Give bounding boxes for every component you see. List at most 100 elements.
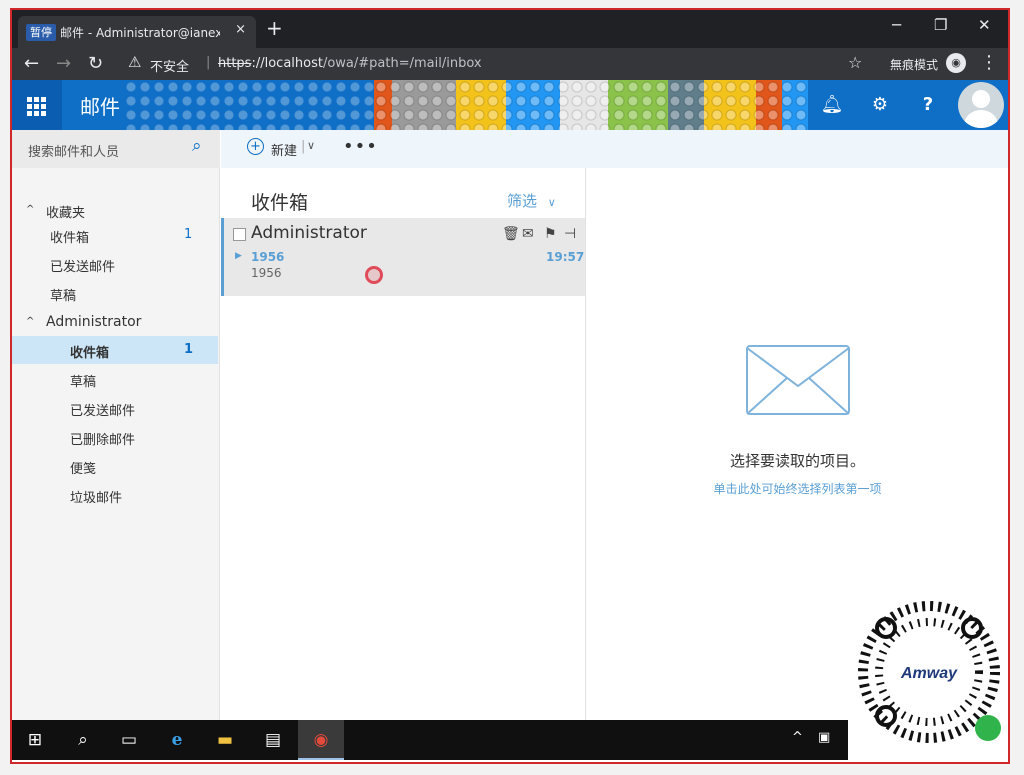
folder-pane: 搜索邮件和人员 ⌕ ^ 收藏夹 收件箱 1 已发送邮件 草稿 ^ Adminis… <box>12 130 220 730</box>
avatar-body <box>964 110 998 128</box>
folder-item-deleted[interactable]: 已删除邮件 <box>12 423 218 451</box>
new-divider: | <box>301 139 306 154</box>
unread-count: 1 <box>184 227 193 242</box>
message-preview: 1956 <box>251 266 282 280</box>
folder-item-label: 草稿 <box>70 375 97 390</box>
windows-start-icon[interactable]: ⊞ <box>12 720 58 760</box>
message-checkbox[interactable] <box>233 228 246 241</box>
owa-header: 邮件 🔔︎ ⚙ ? <box>12 80 1008 130</box>
folder-item-inbox[interactable]: 收件箱 1 <box>12 336 218 364</box>
task-view-icon[interactable]: ▭ <box>106 720 152 760</box>
file-explorer-icon[interactable]: ▬ <box>202 720 248 760</box>
search-input[interactable]: 搜索邮件和人员 <box>28 141 119 160</box>
chevron-up-icon: ^ <box>26 204 35 215</box>
fav-item-drafts[interactable]: 草稿 <box>12 279 218 307</box>
maximize-button[interactable]: ❐ <box>934 16 947 34</box>
fav-item-sent[interactable]: 已发送邮件 <box>12 250 218 278</box>
header-theme-pattern <box>124 80 374 130</box>
omnibox[interactable]: ⚠ 不安全 | https://localhost/owa/#path=/mai… <box>122 51 892 77</box>
new-button[interactable]: 新建 <box>271 140 297 159</box>
avatar[interactable] <box>958 82 1004 128</box>
screen-frame: 暂停 邮件 - Administrator@ianext.co × + ─ ❐ … <box>10 8 1010 764</box>
chevron-up-icon: ^ <box>26 316 35 327</box>
folder-item-label: 收件箱 <box>70 346 110 361</box>
pin-icon[interactable]: ⊣ <box>564 226 576 242</box>
omnibox-divider: | <box>206 55 211 70</box>
fav-item-label: 草稿 <box>50 289 77 304</box>
trash-icon[interactable]: 🗑︎ <box>502 226 520 242</box>
filter-label: 筛选 <box>507 192 538 210</box>
folder-item-drafts[interactable]: 草稿 <box>12 365 218 393</box>
ie-icon[interactable]: e <box>154 720 200 760</box>
expand-triangle-icon[interactable]: ▶ <box>235 251 242 261</box>
tab-favicon: 暂停 <box>26 24 56 41</box>
browser-menu-icon[interactable]: ⋮ <box>980 52 998 73</box>
command-bar: + 新建 | ∨ ••• <box>221 130 1008 168</box>
warning-icon: ⚠ <box>128 53 142 71</box>
list-title: 收件箱 <box>251 192 309 214</box>
url-scheme: https <box>218 56 252 71</box>
back-arrow-icon[interactable]: ← <box>24 53 39 74</box>
close-window-button[interactable]: ✕ <box>978 16 991 34</box>
plus-icon[interactable]: + <box>247 138 264 155</box>
chrome-icon[interactable]: ◉ <box>298 720 344 760</box>
folder-item-label: 已发送邮件 <box>70 404 136 419</box>
windows-taskbar: ⊞ ⌕ ▭ e ▬ ▤ ◉ ^ ▣ <box>12 720 848 760</box>
empty-reading-message: 选择要读取的项目。 <box>729 452 865 470</box>
chevron-down-icon: ∨ <box>547 196 556 209</box>
gear-icon[interactable]: ⚙ <box>856 80 904 130</box>
account-header[interactable]: ^ Administrator <box>12 308 218 336</box>
url-text[interactable]: https://localhost/owa/#path=/mail/inbox <box>218 56 482 71</box>
list-item[interactable]: Administrator 🗑︎ ✉ ⚑ ⊣ ▶ 1956 19:57 1956 <box>221 218 585 296</box>
message-subject: 1956 <box>251 250 285 264</box>
avatar-head <box>972 90 990 108</box>
browser-tab[interactable]: 暂停 邮件 - Administrator@ianext.co × <box>18 16 256 48</box>
app-launcher-icon[interactable] <box>12 80 62 130</box>
minimize-button[interactable]: ─ <box>892 16 901 34</box>
folder-item-notes[interactable]: 便笺 <box>12 452 218 480</box>
tab-title: 邮件 - Administrator@ianext.co <box>60 26 220 40</box>
tab-close-icon[interactable]: × <box>235 22 246 37</box>
browser-titlebar: 暂停 邮件 - Administrator@ianext.co × + ─ ❐ … <box>12 10 1008 48</box>
forward-arrow-icon[interactable]: → <box>56 53 71 74</box>
address-bar-row: ← → ↻ ⚠ 不安全 | https://localhost/owa/#pat… <box>12 48 1008 80</box>
message-time: 19:57 <box>546 250 585 264</box>
filter-button[interactable]: 筛选 ∨ <box>507 190 556 211</box>
folder-item-label: 垃圾邮件 <box>70 491 123 506</box>
app-name: 邮件 <box>80 95 120 119</box>
qr-code-image: Amway <box>850 588 1008 754</box>
fav-item-label: 已发送邮件 <box>50 260 116 275</box>
account-label: Administrator <box>46 314 142 330</box>
more-icon[interactable]: ••• <box>343 136 378 157</box>
select-first-item-link[interactable]: 单击此处可始终选择列表第一项 <box>587 480 1008 497</box>
search-icon[interactable]: ⌕ <box>192 136 202 156</box>
bell-icon[interactable]: 🔔︎ <box>808 80 856 130</box>
server-manager-icon[interactable]: ▤ <box>250 720 296 760</box>
url-path: /owa/#path=/mail/inbox <box>322 56 482 71</box>
fav-item-label: 收件箱 <box>50 231 90 246</box>
mark-read-icon[interactable]: ✉ <box>522 226 534 242</box>
insecure-label: 不安全 <box>150 60 190 75</box>
fav-item-inbox[interactable]: 收件箱 1 <box>12 221 218 249</box>
incognito-icon[interactable]: ◉ <box>946 53 966 73</box>
message-list: 收件箱 筛选 ∨ Administrator 🗑︎ ✉ ⚑ ⊣ ▶ 1956 1… <box>221 168 586 730</box>
taskbar-search-icon[interactable]: ⌕ <box>60 720 106 760</box>
incognito-label: 無痕模式 <box>890 58 939 72</box>
folder-item-label: 已删除邮件 <box>70 433 136 448</box>
tray-chevron-icon[interactable]: ^ <box>792 730 803 745</box>
folder-item-label: 便笺 <box>70 462 97 477</box>
search-box[interactable]: 搜索邮件和人员 ⌕ <box>12 130 220 168</box>
reload-icon[interactable]: ↻ <box>88 53 103 74</box>
folder-item-junk[interactable]: 垃圾邮件 <box>12 481 218 509</box>
envelope-icon <box>746 345 850 415</box>
network-icon[interactable]: ▣ <box>818 730 830 745</box>
unread-count: 1 <box>184 342 194 357</box>
favorites-header[interactable]: ^ 收藏夹 <box>12 196 218 224</box>
favorites-label: 收藏夹 <box>46 206 86 221</box>
folder-item-sent[interactable]: 已发送邮件 <box>12 394 218 422</box>
chevron-down-icon[interactable]: ∨ <box>307 139 315 152</box>
help-icon[interactable]: ? <box>904 80 952 130</box>
flag-icon[interactable]: ⚑ <box>544 226 557 242</box>
bookmark-star-icon[interactable]: ☆ <box>848 53 862 72</box>
new-tab-button[interactable]: + <box>266 16 283 40</box>
